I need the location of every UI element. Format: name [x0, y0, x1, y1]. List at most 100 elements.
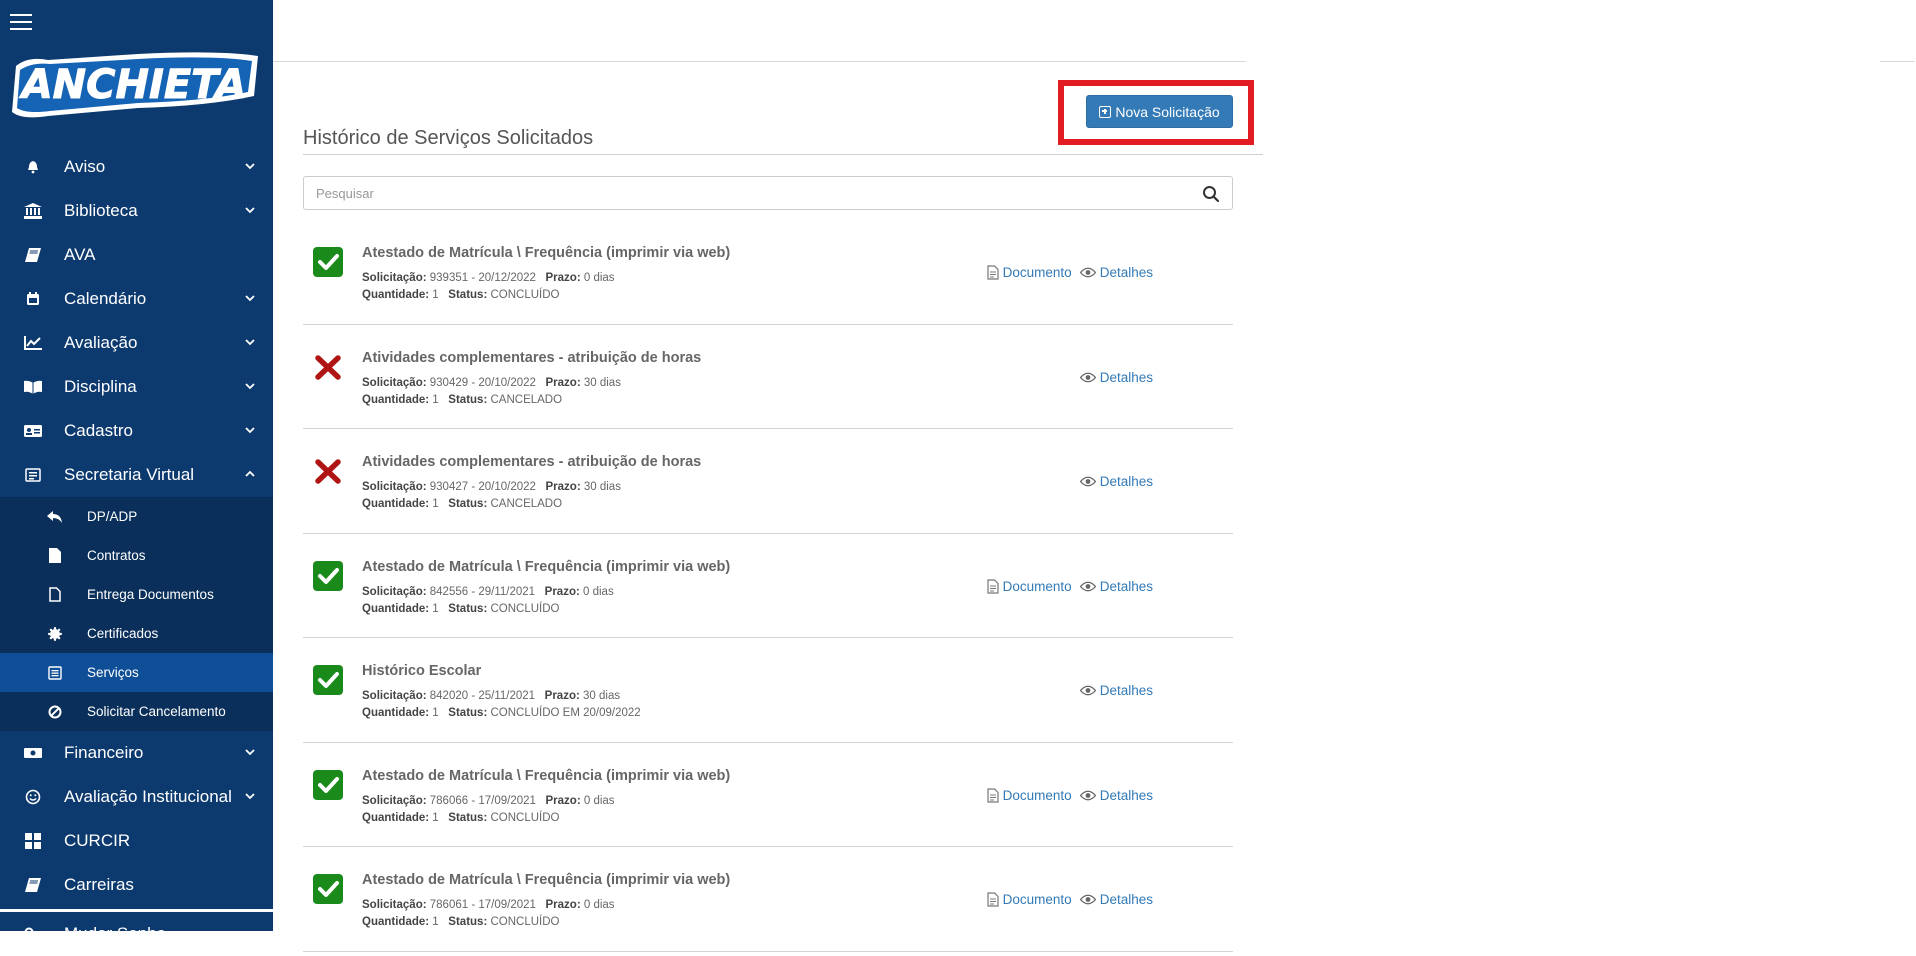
request-actions: Detalhes	[1072, 370, 1153, 385]
request-info-line1: Solicitação: 930427 - 20/10/2022 Prazo: …	[362, 481, 621, 493]
sidebar-item-label: Disciplina	[64, 377, 137, 396]
detalhes-link[interactable]: Detalhes	[1079, 369, 1153, 385]
quantidade-value: 1	[432, 707, 439, 719]
request-actions: Documento Detalhes	[979, 579, 1153, 594]
list-icon	[47, 665, 63, 681]
request-actions: Documento Detalhes	[979, 788, 1153, 803]
chevron-up-icon	[243, 467, 257, 481]
sidebar-item-label: CURCIR	[64, 831, 131, 850]
documento-link[interactable]: Documento	[987, 892, 1072, 907]
submenu-item-contratos[interactable]: Contratos	[0, 536, 273, 575]
documento-label: Documento	[1002, 787, 1072, 803]
sidebar-item-label: Calendário	[64, 289, 147, 308]
documento-label: Documento	[1002, 578, 1072, 594]
sidebar-item-ava[interactable]: AVA	[0, 233, 273, 277]
eye-icon	[1079, 790, 1096, 800]
sidebar-item-label: Aviso	[64, 157, 106, 176]
detalhes-label: Detalhes	[1099, 369, 1153, 385]
sidebar: ANCHIETA Aviso Biblioteca AVA Calendário Ava…	[0, 0, 273, 943]
sidebar-item-avalia-o[interactable]: Avaliação	[0, 321, 273, 365]
chevron-down-icon	[243, 423, 257, 437]
new-request-button[interactable]: Nova Solicitação	[1086, 95, 1233, 128]
documento-link[interactable]: Documento	[987, 788, 1072, 803]
eye-icon	[1079, 894, 1096, 905]
detalhes-link[interactable]: Detalhes	[1079, 474, 1153, 489]
submenu-item-certificados[interactable]: Certificados	[0, 614, 273, 653]
prazo-label: Prazo:	[545, 376, 581, 389]
prazo-label: Prazo:	[545, 794, 581, 807]
search-input[interactable]	[304, 177, 1184, 209]
documento-link[interactable]: Documento	[987, 579, 1072, 594]
sidebar-item-biblioteca[interactable]: Biblioteca	[0, 189, 273, 233]
request-info-line2: Quantidade: 1 Status: CONCLUÍDO	[362, 289, 560, 301]
eye-icon	[1079, 476, 1096, 487]
bank-icon	[22, 200, 44, 222]
detalhes-link[interactable]: Detalhes	[1079, 579, 1153, 594]
search-icon[interactable]	[1202, 185, 1220, 203]
request-info-line2: Quantidade: 1 Status: CONCLUÍDO EM 20/09…	[362, 707, 641, 719]
status-label: Status:	[448, 498, 488, 510]
status-value: CONCLUÍDO	[490, 811, 560, 824]
chevron-down-icon	[243, 203, 257, 217]
request-actions: Documento Detalhes	[979, 265, 1153, 280]
submenu-item-entrega-documentos[interactable]: Entrega Documentos	[0, 575, 273, 614]
solicitacao-value: 842020 - 25/11/2021	[429, 690, 536, 702]
bell-icon	[22, 156, 44, 178]
sidebar-item-label: Cadastro	[64, 421, 133, 440]
sidebar-item-disciplina[interactable]: Disciplina	[0, 365, 273, 409]
submenu-item-servi-os[interactable]: Serviços	[0, 653, 273, 692]
sidebar-item-cadastro[interactable]: Cadastro	[0, 409, 273, 453]
sidebar-item-financeiro[interactable]: Financeiro	[0, 731, 273, 775]
request-info-line1: Solicitação: 930429 - 20/10/2022 Prazo: …	[362, 377, 621, 389]
solicitacao-value: 930429 - 20/10/2022	[429, 376, 536, 389]
quantidade-value: 1	[432, 393, 439, 406]
prazo-value: 0 dias	[583, 899, 615, 911]
detalhes-link[interactable]: Detalhes	[1079, 788, 1153, 803]
eye-icon	[1079, 581, 1096, 591]
solicitacao-value: 939351 - 20/12/2022	[429, 272, 536, 284]
solicitacao-value: 930427 - 20/10/2022	[429, 481, 536, 493]
submenu-item-dp-adp[interactable]: DP/ADP	[0, 497, 273, 536]
submenu-item-label: Certificados	[87, 626, 159, 641]
documento-link[interactable]: Documento	[987, 265, 1072, 280]
check-square-icon	[313, 769, 343, 800]
request-info-line2: Quantidade: 1 Status: CANCELADO	[362, 394, 562, 406]
prazo-label: Prazo:	[544, 690, 580, 702]
main-content: Nova Solicitação Histórico de Serviços S…	[273, 0, 1916, 952]
sidebar-item-avalia-o-institucional[interactable]: Avaliação Institucional	[0, 775, 273, 819]
request-row: Atividades complementares - atribuição d…	[303, 325, 1233, 429]
submenu-item-solicitar-cancelamento[interactable]: Solicitar Cancelamento	[0, 692, 273, 731]
detalhes-link[interactable]: Detalhes	[1079, 892, 1153, 907]
reply-icon	[47, 509, 63, 525]
book-icon	[22, 244, 44, 266]
detalhes-link[interactable]: Detalhes	[1079, 265, 1153, 280]
sidebar-item-carreiras[interactable]: Carreiras	[0, 863, 273, 907]
grid-icon	[22, 830, 44, 852]
sidebar-item-secretaria-virtual[interactable]: Secretaria Virtual	[0, 453, 273, 497]
prazo-value: 0 dias	[583, 794, 615, 807]
status-label: Status:	[448, 707, 488, 719]
quantidade-value: 1	[432, 498, 439, 510]
sidebar-item-label: AVA	[64, 245, 96, 264]
certificate-icon	[47, 626, 63, 642]
request-row: Atestado de Matrícula \ Frequência (impr…	[303, 743, 1233, 847]
anchieta-logo[interactable]: ANCHIETA	[8, 50, 263, 126]
solicitacao-label: Solicitação:	[362, 690, 427, 702]
detalhes-link[interactable]: Detalhes	[1079, 683, 1153, 698]
header-divider	[273, 61, 1246, 62]
sidebar-item-aviso[interactable]: Aviso	[0, 145, 273, 189]
request-actions: Detalhes	[1072, 474, 1153, 489]
request-title: Atestado de Matrícula \ Frequência (impr…	[362, 245, 731, 261]
document-icon	[987, 892, 999, 907]
sidebar-item-calend-rio[interactable]: Calendário	[0, 277, 273, 321]
sidebar-item-curcir[interactable]: CURCIR	[0, 819, 273, 863]
ban-icon	[47, 704, 63, 720]
submenu-item-label: DP/ADP	[87, 509, 138, 524]
sidebar-item-mudar-senha[interactable]: Mudar Senha	[0, 912, 273, 956]
hamburger-menu-icon[interactable]	[10, 14, 32, 32]
prazo-value: 30 dias	[583, 376, 621, 389]
prazo-value: 30 dias	[583, 690, 621, 702]
request-row: Atividades complementares - atribuição d…	[303, 429, 1233, 534]
quantidade-label: Quantidade:	[362, 498, 430, 510]
request-title: Atividades complementares - atribuição d…	[362, 454, 702, 470]
